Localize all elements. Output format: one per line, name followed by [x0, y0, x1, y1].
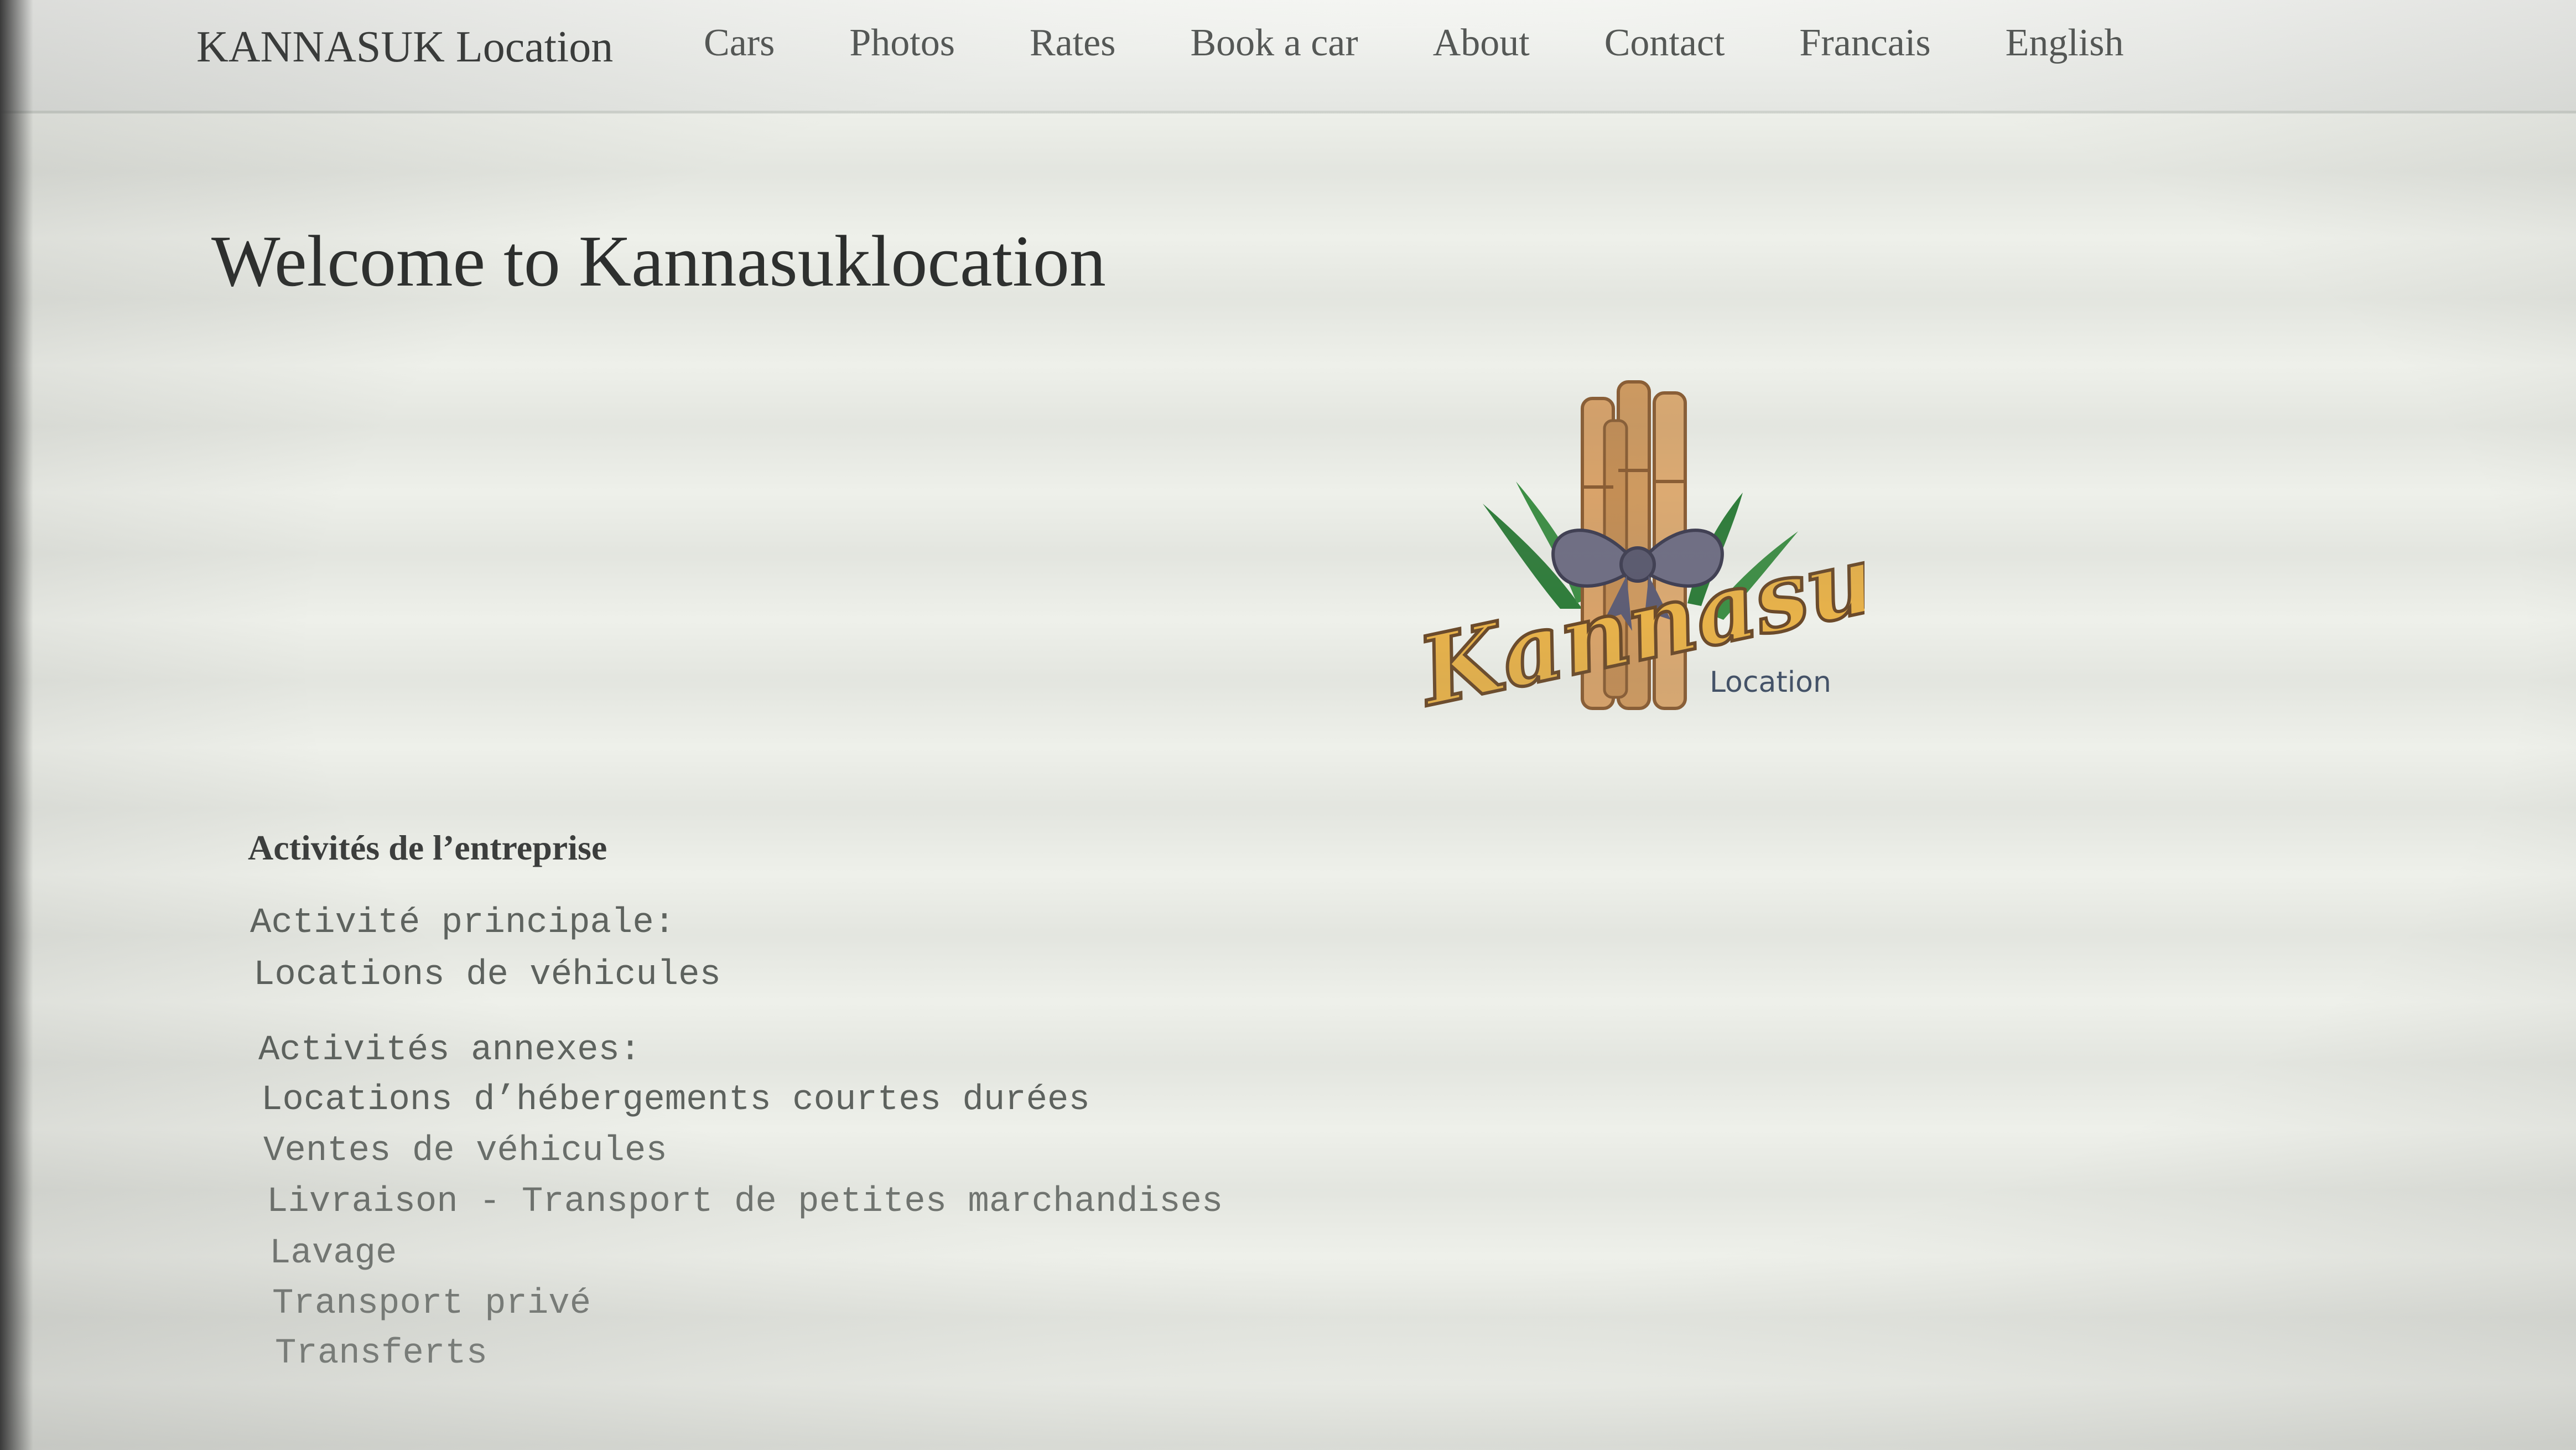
- page-title: Welcome to Kannasuklocation: [211, 220, 1106, 302]
- nav-link-about[interactable]: About: [1433, 21, 1530, 65]
- nav-link-book-a-car[interactable]: Book a car: [1190, 21, 1358, 65]
- logo-subtext: Location: [1710, 666, 1831, 699]
- company-logo: Kannasuk Location: [1400, 376, 1950, 731]
- main-activity-item: Locations de véhicules: [253, 955, 721, 995]
- annex-activities-label: Activités annexes:: [258, 1030, 641, 1070]
- annex-activity-item: Locations d’hébergements courtes durées: [261, 1080, 1090, 1120]
- brand-link[interactable]: KANNASUK Location: [196, 22, 613, 72]
- photo-vignette-overlay: [0, 0, 2576, 1450]
- activities-heading: Activités de l’entreprise: [248, 828, 607, 867]
- screen-bezel-edge: [0, 0, 33, 1450]
- annex-activity-item: Transport privé: [272, 1284, 591, 1324]
- logo-graphic: Kannasuk Location: [1406, 380, 1950, 729]
- nav-link-francais[interactable]: Francais: [1799, 21, 1930, 65]
- page: KANNASUK Location Cars Photos Rates Book…: [0, 0, 2576, 1450]
- top-navbar: KANNASUK Location Cars Photos Rates Book…: [0, 0, 2576, 113]
- nav-link-cars[interactable]: Cars: [704, 21, 775, 65]
- nav-link-contact[interactable]: Contact: [1604, 21, 1725, 65]
- annex-activity-item: Lavage: [269, 1234, 397, 1273]
- annex-activity-item: Ventes de véhicules: [263, 1131, 667, 1171]
- nav-link-photos[interactable]: Photos: [849, 21, 955, 65]
- nav-link-rates[interactable]: Rates: [1030, 21, 1116, 65]
- main-activity-label: Activité principale:: [250, 903, 676, 943]
- nav-links: Cars Photos Rates Book a car About Conta…: [704, 21, 2123, 65]
- nav-link-english[interactable]: English: [2006, 21, 2124, 65]
- annex-activity-item: Transferts: [275, 1334, 488, 1374]
- annex-activity-item: Livraison - Transport de petites marchan…: [267, 1182, 1223, 1222]
